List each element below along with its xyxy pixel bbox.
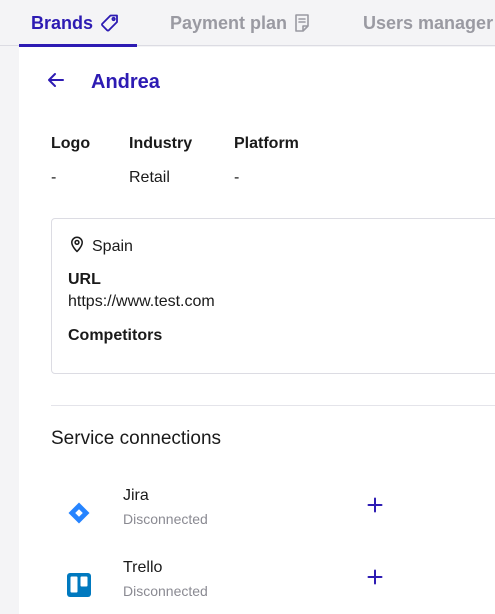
- service-name: Jira: [123, 487, 149, 504]
- tab-label: Payment plan: [170, 12, 288, 33]
- service-row-trello: Trello Disconnected: [51, 558, 495, 608]
- location-text: Spain: [92, 238, 133, 255]
- service-status: Disconnected: [123, 583, 208, 599]
- map-pin-icon: [68, 235, 86, 259]
- info-industry: Industry Retail: [129, 134, 192, 188]
- service-row-jira: Jira Disconnected: [51, 486, 495, 536]
- competitors-label: Competitors: [68, 327, 163, 344]
- url-value: https://www.test.com: [68, 293, 215, 310]
- arrow-left-icon: [46, 70, 66, 95]
- divider: [51, 405, 495, 406]
- jira-icon: [65, 499, 93, 527]
- tab-label: Brands: [31, 12, 94, 33]
- trello-icon: [65, 571, 93, 599]
- industry-label: Industry: [129, 135, 193, 152]
- url-label: URL: [68, 271, 101, 288]
- platform-label: Platform: [234, 135, 299, 152]
- logo-value: -: [51, 169, 57, 186]
- connect-trello-button[interactable]: [363, 567, 387, 591]
- plus-icon: [367, 569, 383, 590]
- tab-brands[interactable]: Brands: [31, 10, 120, 36]
- document-icon: [294, 13, 310, 33]
- platform-value: -: [234, 169, 240, 186]
- brand-details-card: Spain URL https://www.test.com Competito…: [51, 218, 495, 374]
- tag-icon: [100, 13, 120, 33]
- tab-users-manager[interactable]: Users manager: [363, 10, 493, 36]
- location: Spain: [68, 235, 133, 259]
- section-title: Service connections: [51, 428, 222, 449]
- info-platform: Platform -: [234, 134, 299, 188]
- info-logo: Logo -: [51, 134, 90, 188]
- logo-label: Logo: [51, 135, 91, 152]
- plus-icon: [367, 497, 383, 518]
- service-status: Disconnected: [123, 511, 208, 527]
- page-title: Andrea: [91, 71, 160, 93]
- tab-label: Users manager: [363, 12, 494, 33]
- tab-bar: Brands Payment plan Users manager: [0, 0, 495, 47]
- tab-payment-plan[interactable]: Payment plan: [170, 10, 310, 36]
- back-button[interactable]: [44, 70, 68, 94]
- industry-value: Retail: [129, 169, 170, 186]
- service-name: Trello: [123, 559, 163, 576]
- connect-jira-button[interactable]: [363, 495, 387, 519]
